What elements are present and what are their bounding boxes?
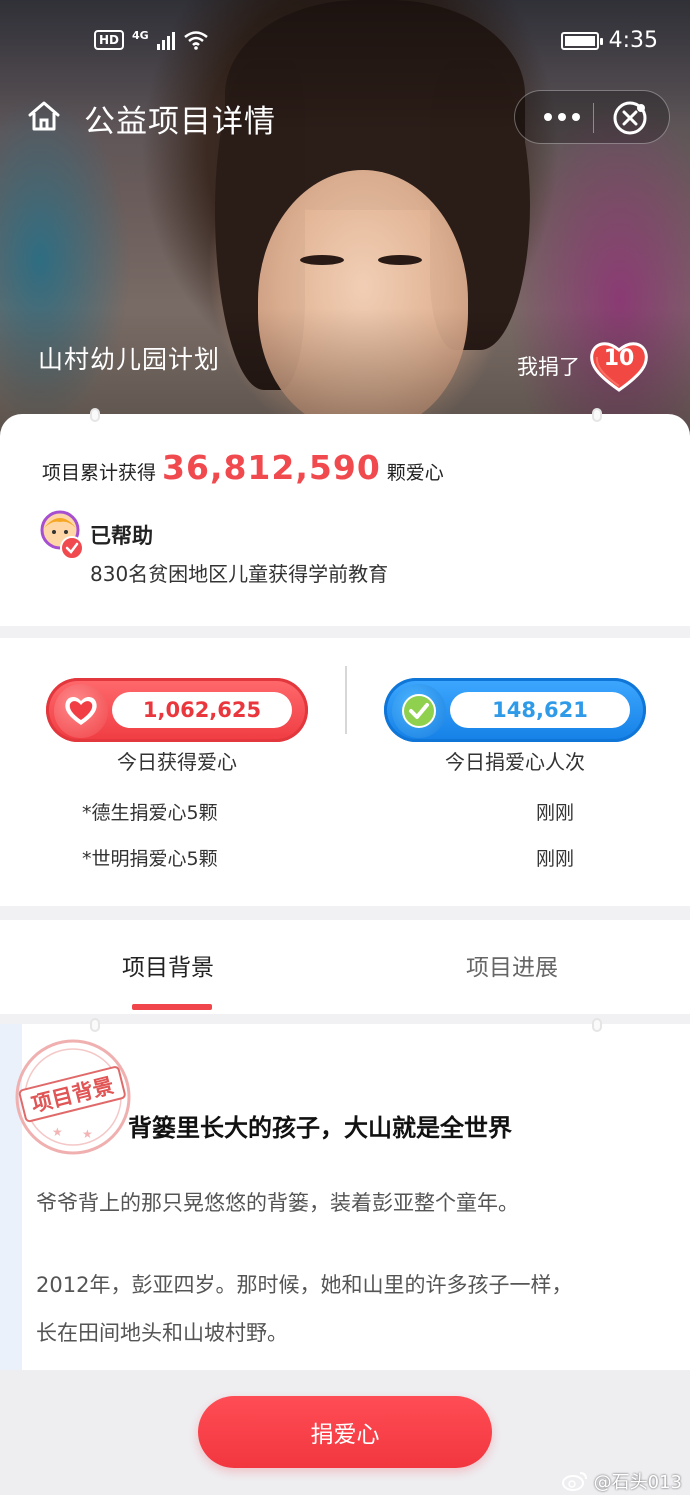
total-hearts-value: 36,812,590 (162, 448, 381, 487)
close-icon[interactable] (611, 99, 649, 137)
page-title: 公益项目详情 (84, 104, 276, 140)
donate-hearts-button[interactable]: 捐爱心 (198, 1396, 492, 1468)
bottom-action-bar: 捐爱心 @石头013 (0, 1370, 690, 1495)
hero-banner: HD 4G 4:35 公益项目详情 山村幼儿园计划 我捐了 10 (0, 0, 690, 440)
heart-badge: 10 (588, 338, 650, 394)
hd-icon: HD (94, 30, 125, 50)
home-icon[interactable] (26, 98, 62, 134)
stats-divider (345, 666, 347, 734)
status-left: HD 4G (94, 28, 209, 50)
donation-feed-time: 刚刚 (536, 802, 575, 824)
today-stats-card: 1,062,625 今日获得爱心 148,621 今日捐爱心人次 *德生捐爱心5… (0, 638, 690, 906)
binder-ring (592, 1018, 602, 1032)
donation-feed-time: 刚刚 (536, 848, 575, 870)
article-paragraph: 爷爷背上的那只晃悠悠的背篓，装着彭亚整个童年。 (36, 1191, 519, 1215)
helped-description: 830名贫困地区儿童获得学前教育 (90, 562, 389, 586)
binder-ring (90, 408, 100, 422)
tab-background[interactable]: 项目背景 (122, 948, 214, 982)
heart-icon (65, 696, 97, 725)
navigation-bar: 公益项目详情 (0, 90, 690, 146)
article-paragraph: 长在田间地头和山坡村野。 (36, 1321, 288, 1345)
heart-badge-count: 10 (603, 346, 635, 371)
stamp-icon: 项目背景 ★ ★ (15, 1039, 131, 1155)
heart-orb (54, 684, 108, 738)
donation-feed-item: *世明捐爱心5颗 (82, 848, 218, 870)
donation-feed-item: *德生捐爱心5颗 (82, 802, 218, 824)
battery-icon (560, 31, 603, 50)
today-hearts-label: 今日获得爱心 (117, 750, 237, 774)
total-prefix: 项目累计获得 (42, 462, 157, 484)
tab-progress[interactable]: 项目进展 (466, 948, 558, 982)
watermark-text: @石头013 (593, 1472, 682, 1493)
capsule-divider (593, 103, 594, 133)
article-title: 背篓里长大的孩子，大山就是全世界 (128, 1114, 512, 1142)
my-donation-label: 我捐了 (517, 355, 580, 379)
network-label: 4G (132, 28, 149, 42)
helped-title: 已帮助 (90, 524, 153, 548)
total-hearts: 项目累计获得 36,812,590 颗爱心 (42, 448, 444, 487)
binder-ring (90, 1018, 100, 1032)
binder-ring (592, 408, 602, 422)
watermark: @石头013 (561, 1468, 682, 1494)
weibo-icon (561, 1472, 587, 1491)
today-hearts-value: 1,062,625 (112, 692, 292, 728)
wifi-icon (183, 31, 208, 50)
mini-program-capsule (514, 90, 670, 144)
status-bar: HD 4G 4:35 (0, 0, 690, 80)
total-suffix: 颗爱心 (386, 462, 444, 484)
svg-text:★: ★ (52, 1125, 63, 1139)
article-paragraph: 2012年，彭亚四岁。那时候，她和山里的许多孩子一样， (36, 1273, 573, 1297)
summary-card: 项目累计获得 36,812,590 颗爱心 已帮助 830名贫困地区儿童获得学前… (0, 408, 690, 626)
status-right: 4:35 (560, 28, 658, 53)
today-hearts-pill: 1,062,625 (46, 678, 308, 742)
clock: 4:35 (608, 28, 658, 53)
more-icon[interactable] (537, 99, 587, 135)
child-avatar-icon (40, 510, 84, 560)
active-tab-indicator (132, 1004, 212, 1010)
today-donors-label: 今日捐爱心人次 (445, 750, 585, 774)
svg-text:★: ★ (82, 1127, 93, 1141)
check-icon (402, 694, 436, 728)
my-donation[interactable]: 我捐了 10 (517, 338, 650, 394)
signal-icon (156, 30, 175, 50)
today-donors-pill: 148,621 (384, 678, 646, 742)
tabs-bar: 项目背景 项目进展 (0, 920, 690, 1014)
today-donors-value: 148,621 (450, 692, 630, 728)
project-name: 山村幼儿园计划 (38, 345, 221, 374)
check-orb (392, 684, 446, 738)
article-card: 项目背景 ★ ★ 背篓里长大的孩子，大山就是全世界 爷爷背上的那只晃悠悠的背篓，… (0, 1018, 690, 1370)
